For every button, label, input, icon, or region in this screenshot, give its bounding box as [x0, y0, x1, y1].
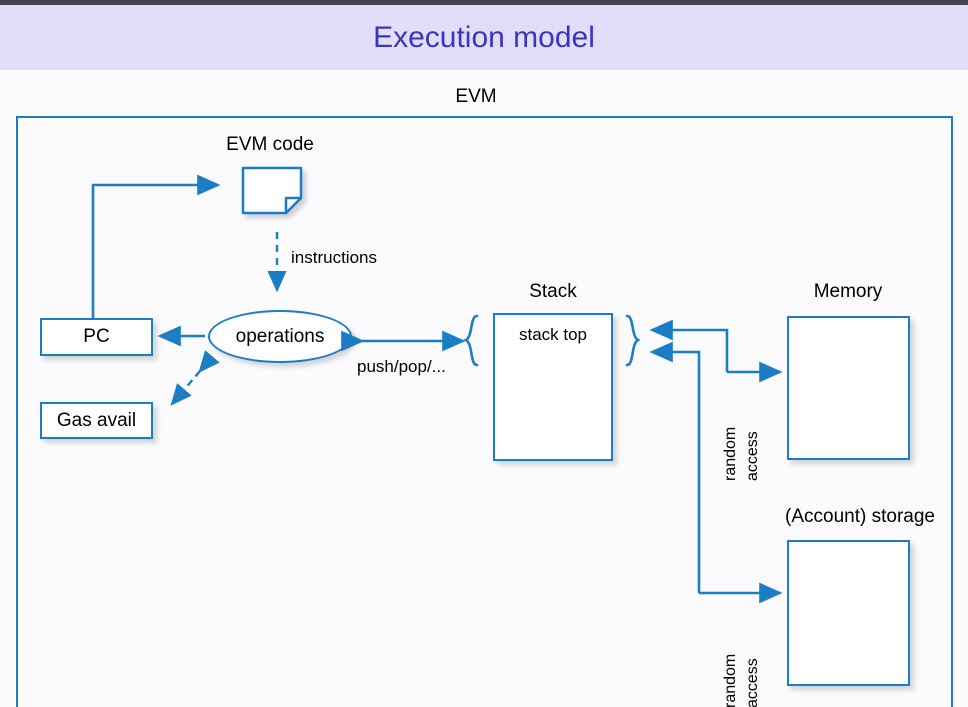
- evm-code-label: EVM code: [226, 134, 314, 155]
- storage-node[interactable]: [787, 540, 910, 686]
- memory-node[interactable]: [787, 316, 910, 460]
- slide-canvas: Execution model EVM EVM code PC Gas avai…: [0, 0, 968, 707]
- evm-container-label: EVM: [455, 86, 497, 107]
- page-title: Execution model: [373, 21, 595, 54]
- push-pop-edge-label: push/pop/...: [357, 357, 446, 376]
- memory-label: Memory: [813, 281, 883, 302]
- storage-access-label-line1: random: [722, 653, 739, 707]
- pc-label: PC: [83, 326, 110, 347]
- storage-access-label-line2: access: [744, 658, 761, 707]
- stack-top-label: stack top: [518, 325, 588, 344]
- memory-access-label-line1: random: [722, 426, 739, 481]
- operations-node[interactable]: operations: [208, 310, 352, 363]
- instructions-edge-label: instructions: [291, 248, 377, 267]
- stack-label: Stack: [529, 281, 577, 302]
- gas-avail-label: Gas avail: [56, 410, 137, 431]
- storage-label: (Account) storage: [785, 506, 935, 527]
- memory-access-label-line2: access: [744, 431, 761, 481]
